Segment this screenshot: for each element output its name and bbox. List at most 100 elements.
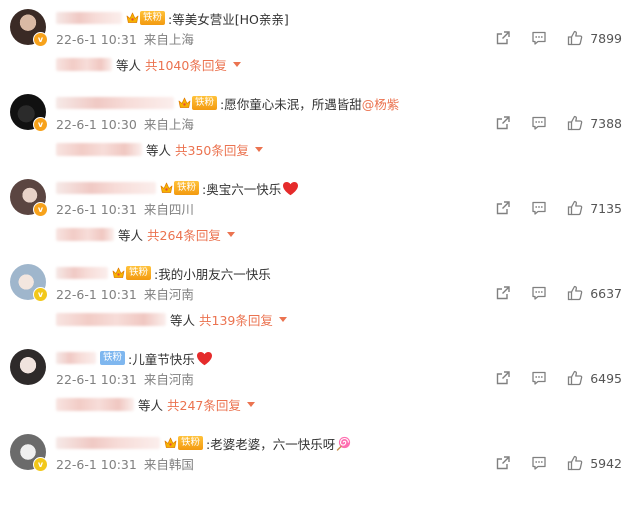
comment-date: 22-6-1 10:31 — [56, 287, 137, 302]
verified-badge-icon: v — [33, 117, 48, 132]
reply-icon[interactable] — [531, 370, 547, 386]
replier-names-blurred — [56, 227, 114, 241]
username-blurred[interactable] — [56, 12, 122, 24]
username-blurred[interactable] — [56, 267, 108, 279]
reply-icon[interactable] — [531, 200, 547, 216]
comment-actions: 7899 — [495, 28, 622, 48]
avatar[interactable]: v — [10, 434, 48, 472]
like-icon[interactable] — [567, 200, 583, 216]
comment-date: 22-6-1 10:31 — [56, 457, 137, 472]
like-icon[interactable] — [567, 285, 583, 301]
like-icon[interactable] — [567, 115, 583, 131]
fan-badge-label: 铁粉 — [178, 436, 204, 450]
reply-count-link[interactable]: 共247条回复 — [167, 395, 241, 414]
comment-location: 来自韩国 — [143, 457, 194, 472]
reply-count-link[interactable]: 共139条回复 — [199, 310, 273, 329]
replies-suffix: 等人 — [146, 142, 172, 158]
comment-meta: 22-6-1 10:31 来自韩国 — [56, 454, 194, 473]
share-icon[interactable] — [495, 115, 511, 131]
replies-summary[interactable]: 等人 共350条回复 — [56, 140, 263, 158]
chevron-down-icon[interactable] — [254, 146, 263, 152]
reply-icon[interactable] — [531, 30, 547, 46]
chevron-down-icon[interactable] — [246, 401, 255, 407]
username-blurred[interactable] — [56, 352, 96, 364]
share-icon[interactable] — [495, 200, 511, 216]
like-count: 7899 — [590, 30, 622, 46]
share-icon[interactable] — [495, 285, 511, 301]
comment-text: :儿童节快乐 — [128, 351, 195, 367]
avatar[interactable]: v — [10, 264, 48, 302]
like-count: 6495 — [590, 370, 622, 386]
chevron-down-icon[interactable] — [232, 61, 241, 67]
replier-names-blurred — [56, 57, 112, 71]
fan-badge: 铁粉 — [178, 95, 218, 111]
mention-link[interactable]: @杨紫 — [362, 94, 400, 113]
comment-actions: 6495 — [495, 368, 622, 388]
comment-location: 来自四川 — [143, 202, 194, 217]
fan-badge: 铁粉 — [100, 350, 126, 366]
verified-badge-icon: v — [33, 457, 48, 472]
fan-badge: 铁粉 — [126, 10, 166, 26]
heart-icon — [196, 351, 213, 366]
reply-icon[interactable] — [531, 455, 547, 471]
comment-location: 来自上海 — [143, 32, 194, 47]
fan-badge-label: 铁粉 — [192, 96, 218, 110]
chevron-down-icon[interactable] — [278, 316, 287, 322]
comment-date: 22-6-1 10:30 — [56, 117, 137, 132]
replier-names-blurred — [56, 397, 134, 411]
comment-text: :我的小朋友六一快乐 — [154, 266, 271, 282]
reply-icon[interactable] — [531, 115, 547, 131]
replies-summary[interactable]: 等人 共247条回复 — [56, 395, 255, 413]
username-blurred[interactable] — [56, 97, 174, 109]
username-blurred[interactable] — [56, 182, 156, 194]
reply-icon[interactable] — [531, 285, 547, 301]
comment-item: v 铁粉 :愿你童心未泯，所遇皆甜 @杨紫 22-6-1 10:30 来自上海 73… — [0, 85, 640, 170]
comment-meta: 22-6-1 10:31 来自河南 — [56, 369, 194, 388]
comment-meta: 22-6-1 10:30 来自上海 — [56, 114, 194, 133]
avatar[interactable] — [10, 349, 46, 385]
like-count: 5942 — [590, 455, 622, 471]
comment-list: v 铁粉 :等美女营业[HO亲亲] 22-6-1 10:31 来自上海 7899 … — [0, 0, 640, 480]
comment-date: 22-6-1 10:31 — [56, 372, 137, 387]
verified-badge-icon: v — [33, 202, 48, 217]
fan-badge-label: 铁粉 — [174, 181, 200, 195]
replies-summary[interactable]: 等人 共139条回复 — [56, 310, 287, 328]
heart-icon — [282, 181, 299, 196]
crown-icon — [160, 182, 173, 194]
comment-item: v 铁粉 :我的小朋友六一快乐 22-6-1 10:31 来自河南 6637 等人… — [0, 255, 640, 340]
comment-line: 铁粉 :愿你童心未泯，所遇皆甜 @杨紫 — [56, 92, 399, 114]
like-icon[interactable] — [567, 370, 583, 386]
comment-date: 22-6-1 10:31 — [56, 32, 137, 47]
replier-names-blurred — [56, 312, 166, 326]
crown-icon — [126, 12, 139, 24]
share-icon[interactable] — [495, 370, 511, 386]
fan-badge-label: 铁粉 — [126, 266, 152, 280]
replier-names-blurred — [56, 142, 142, 156]
share-icon[interactable] — [495, 455, 511, 471]
like-icon[interactable] — [567, 455, 583, 471]
comment-location: 来自上海 — [143, 117, 194, 132]
avatar[interactable]: v — [10, 179, 48, 217]
share-icon[interactable] — [495, 30, 511, 46]
fan-badge: 铁粉 — [164, 435, 204, 451]
crown-icon — [112, 267, 125, 279]
comment-actions: 7135 — [495, 198, 622, 218]
replies-summary[interactable]: 等人 共1040条回复 — [56, 55, 241, 73]
comment-text: :老婆老婆，六一快乐呀 — [206, 436, 336, 452]
fan-badge: 铁粉 — [160, 180, 200, 196]
avatar[interactable]: v — [10, 94, 48, 132]
reply-count-link[interactable]: 共1040条回复 — [145, 55, 227, 74]
crown-icon — [164, 437, 177, 449]
reply-count-link[interactable]: 共350条回复 — [175, 140, 249, 159]
like-icon[interactable] — [567, 30, 583, 46]
replies-summary[interactable]: 等人 共264条回复 — [56, 225, 235, 243]
comment-meta: 22-6-1 10:31 来自上海 — [56, 29, 194, 48]
reply-count-link[interactable]: 共264条回复 — [147, 225, 221, 244]
avatar[interactable]: v — [10, 9, 48, 47]
replies-suffix: 等人 — [138, 397, 164, 413]
username-blurred[interactable] — [56, 437, 160, 449]
comment-meta: 22-6-1 10:31 来自四川 — [56, 199, 194, 218]
verified-badge-icon: v — [33, 287, 48, 302]
comment-item: v 铁粉 :等美女营业[HO亲亲] 22-6-1 10:31 来自上海 7899 … — [0, 0, 640, 85]
chevron-down-icon[interactable] — [226, 231, 235, 237]
